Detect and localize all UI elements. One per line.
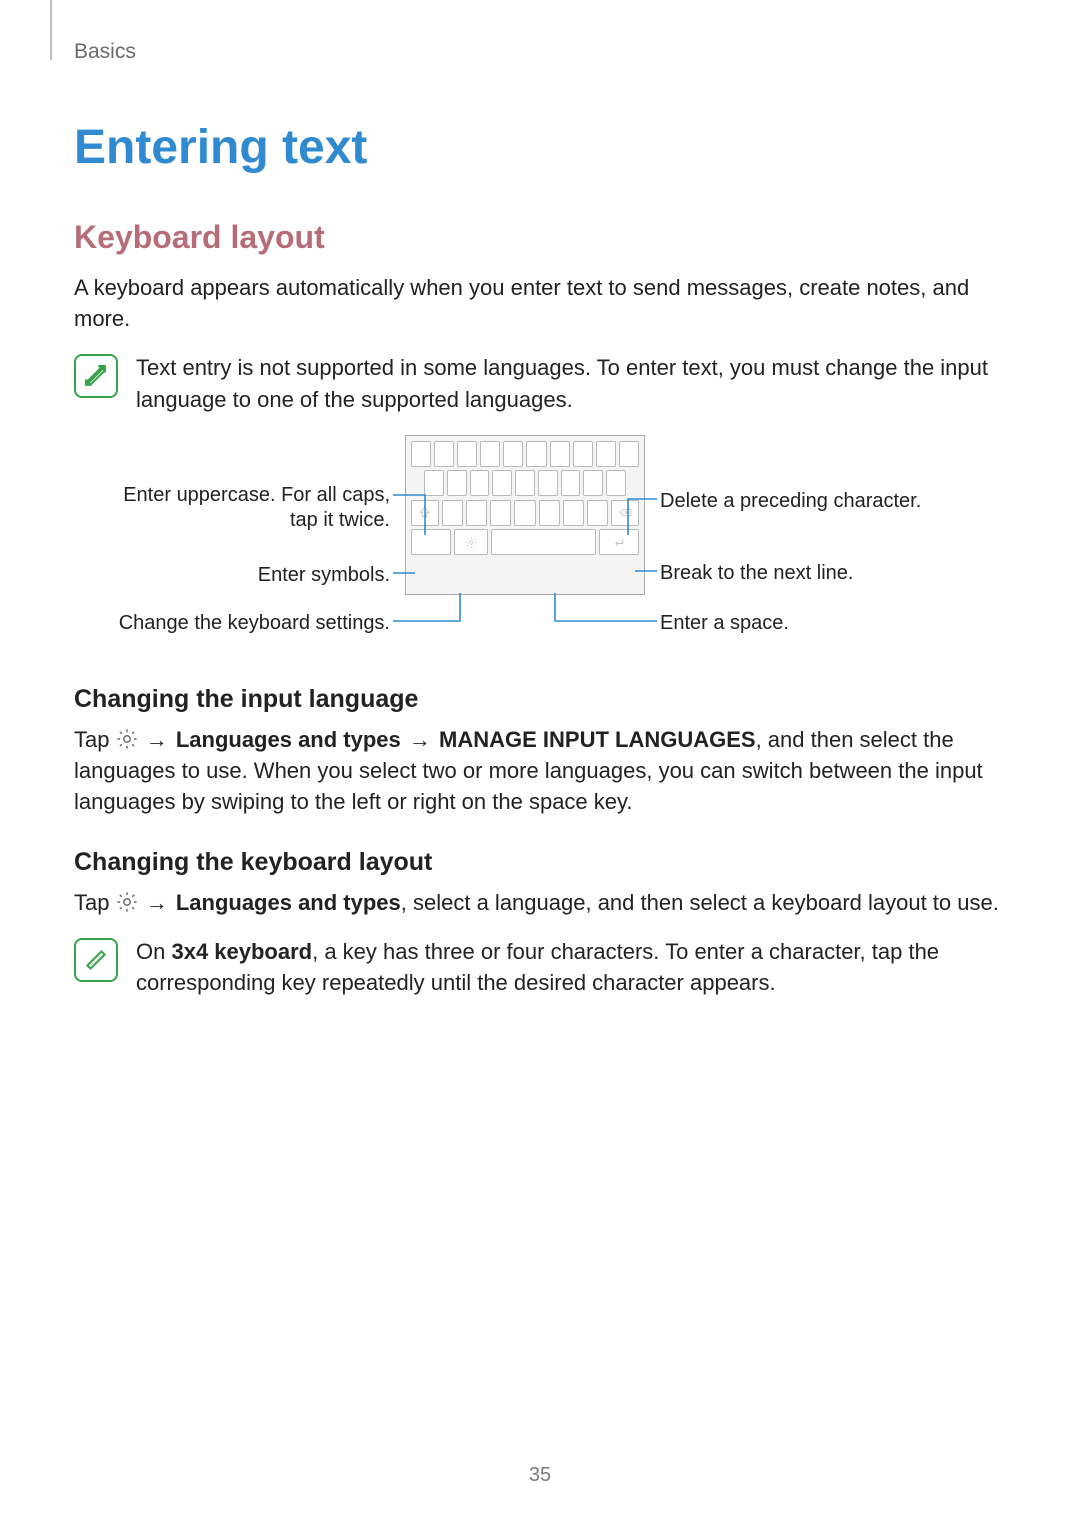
key-generic — [434, 441, 454, 467]
callout-settings: Change the keyboard settings. — [115, 611, 390, 636]
space-key — [491, 529, 595, 555]
keyboard-layout-intro: A keyboard appears automatically when yo… — [74, 272, 1006, 334]
callout-space: Enter a space. — [660, 611, 960, 636]
key-generic — [573, 441, 593, 467]
key-generic — [514, 500, 535, 526]
key-generic — [563, 500, 584, 526]
changing-input-language-body: Tap → Languages and types → MANAGE INPUT… — [74, 724, 1006, 818]
arrow-text: → — [138, 890, 176, 915]
key-generic — [447, 470, 467, 496]
callout-symbols: Enter symbols. — [115, 563, 390, 588]
key-generic — [424, 470, 444, 496]
gear-icon — [116, 727, 138, 749]
shift-key — [411, 500, 439, 526]
key-generic — [515, 470, 535, 496]
backspace-key — [611, 500, 639, 526]
key-generic — [587, 500, 608, 526]
key-generic — [411, 441, 431, 467]
key-generic — [539, 500, 560, 526]
changing-keyboard-layout-rest: , select a language, and then select a k… — [401, 890, 999, 915]
key-generic — [538, 470, 558, 496]
arrow-text: → — [138, 727, 176, 752]
header-rule — [50, 0, 52, 60]
note-text: Text entry is not supported in some lang… — [136, 352, 1006, 414]
key-generic — [561, 470, 581, 496]
enter-key — [599, 529, 639, 555]
text-tap: Tap — [74, 890, 116, 915]
text-tap: Tap — [74, 727, 116, 752]
languages-and-types-bold: Languages and types — [176, 890, 401, 915]
key-generic — [503, 441, 523, 467]
page-number: 35 — [0, 1464, 1080, 1487]
symbols-key — [411, 529, 451, 555]
note-bold-3x4: 3x4 keyboard — [171, 939, 312, 964]
key-generic — [619, 441, 639, 467]
key-generic — [466, 500, 487, 526]
keyboard-layout-heading: Keyboard layout — [74, 219, 1006, 256]
gear-icon — [116, 890, 138, 912]
key-generic — [470, 470, 490, 496]
note-language-support: Text entry is not supported in some lang… — [74, 352, 1006, 414]
manage-input-languages-bold: MANAGE INPUT LANGUAGES — [439, 727, 756, 752]
key-generic — [457, 441, 477, 467]
callout-uppercase: Enter uppercase. For all caps, tap it tw… — [115, 483, 390, 533]
note-icon — [74, 354, 118, 398]
note-pre: On — [136, 939, 171, 964]
arrow-text: → — [401, 727, 439, 752]
key-generic — [442, 500, 463, 526]
note-3x4-keyboard: On 3x4 keyboard, a key has three or four… — [74, 936, 1006, 998]
settings-key — [454, 529, 488, 555]
section-label: Basics — [74, 36, 1006, 64]
key-generic — [526, 441, 546, 467]
key-generic — [550, 441, 570, 467]
key-generic — [596, 441, 616, 467]
callout-delete: Delete a preceding character. — [660, 489, 960, 514]
key-generic — [490, 500, 511, 526]
changing-keyboard-layout-body: Tap → Languages and types, select a lang… — [74, 887, 1006, 918]
changing-keyboard-layout-heading: Changing the keyboard layout — [74, 848, 1006, 877]
note-text: On 3x4 keyboard, a key has three or four… — [136, 936, 1006, 998]
key-generic — [492, 470, 512, 496]
keyboard-frame — [405, 435, 645, 595]
key-generic — [606, 470, 626, 496]
key-generic — [480, 441, 500, 467]
note-icon — [74, 938, 118, 982]
key-generic — [583, 470, 603, 496]
changing-input-language-heading: Changing the input language — [74, 685, 1006, 714]
keyboard-diagram: Enter uppercase. For all caps, tap it tw… — [115, 435, 965, 655]
page-title: Entering text — [74, 120, 1006, 175]
callout-newline: Break to the next line. — [660, 561, 960, 586]
languages-and-types-bold: Languages and types — [176, 727, 401, 752]
